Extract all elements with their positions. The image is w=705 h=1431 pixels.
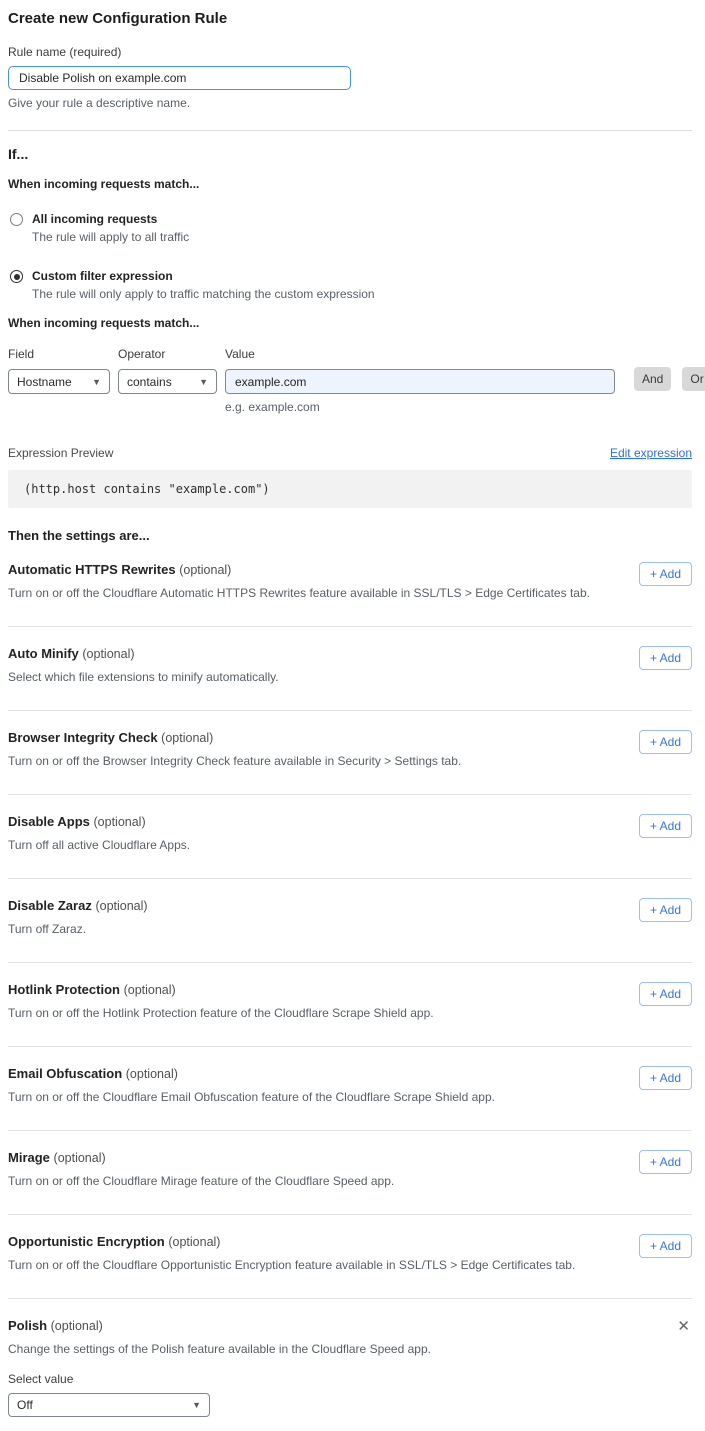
operator-select[interactable]: contains ▼ [118,369,217,394]
setting-description: Turn off Zaraz. [8,922,148,936]
setting-divider [8,878,692,879]
operator-select-value: contains [127,375,172,389]
edit-expression-link[interactable]: Edit expression [610,446,692,460]
radio-description: The rule will only apply to traffic matc… [32,287,375,301]
page-title: Create new Configuration Rule [8,10,692,27]
setting-row-automatic-https-rewrites: Automatic HTTPS Rewrites (optional) Turn… [8,562,692,600]
setting-optional: (optional) [126,1067,178,1081]
add-button[interactable]: + Add [639,982,692,1006]
setting-divider [8,1130,692,1131]
setting-divider [8,1298,692,1299]
setting-name: Mirage [8,1150,50,1165]
radio-button-icon[interactable] [10,270,23,283]
polish-value-select[interactable]: Off ▼ [8,1393,210,1417]
setting-row-email-obfuscation: Email Obfuscation (optional) Turn on or … [8,1066,692,1104]
expression-builder-row: Field Hostname ▼ Operator contains ▼ Val… [8,347,692,414]
chevron-down-icon: ▼ [192,1400,201,1410]
setting-divider [8,1214,692,1215]
expression-builder-heading: When incoming requests match... [8,316,692,330]
setting-name: Auto Minify [8,646,79,661]
add-button[interactable]: + Add [639,1150,692,1174]
rule-name-input[interactable] [8,66,351,90]
radio-custom-filter-expression[interactable]: Custom filter expression The rule will o… [8,269,692,301]
rule-name-label: Rule name (required) [8,45,692,59]
setting-row-hotlink-protection: Hotlink Protection (optional) Turn on or… [8,982,692,1020]
add-button[interactable]: + Add [639,1234,692,1258]
add-button[interactable]: + Add [639,898,692,922]
radio-label: All incoming requests [32,212,189,226]
setting-description: Turn on or off the Cloudflare Email Obfu… [8,1090,495,1104]
setting-row-polish: Polish (optional) Change the settings of… [8,1318,692,1356]
setting-row-auto-minify: Auto Minify (optional) Select which file… [8,646,692,684]
add-button[interactable]: + Add [639,1066,692,1090]
section-divider [8,130,692,131]
radio-label: Custom filter expression [32,269,375,283]
value-label: Value [225,347,615,361]
radio-all-incoming-requests[interactable]: All incoming requests The rule will appl… [8,212,692,244]
expression-preview-label: Expression Preview [8,446,113,460]
radio-description: The rule will apply to all traffic [32,230,189,244]
chevron-down-icon: ▼ [92,377,101,387]
setting-divider [8,710,692,711]
setting-optional: (optional) [95,899,147,913]
setting-description: Turn on or off the Browser Integrity Che… [8,754,461,768]
then-settings-heading: Then the settings are... [8,528,692,543]
setting-row-disable-apps: Disable Apps (optional) Turn off all act… [8,814,692,852]
or-button[interactable]: Or [682,367,705,391]
setting-description: Change the settings of the Polish featur… [8,1342,431,1356]
setting-description: Select which file extensions to minify a… [8,670,279,684]
select-value-label: Select value [8,1372,692,1386]
create-configuration-rule-page: Create new Configuration Rule Rule name … [0,0,705,1431]
setting-description: Turn on or off the Hotlink Protection fe… [8,1006,434,1020]
operator-label: Operator [118,347,217,361]
setting-row-browser-integrity-check: Browser Integrity Check (optional) Turn … [8,730,692,768]
setting-name: Disable Zaraz [8,898,92,913]
add-button[interactable]: + Add [639,814,692,838]
setting-name: Hotlink Protection [8,982,120,997]
setting-divider [8,962,692,963]
setting-optional: (optional) [54,1151,106,1165]
setting-name: Email Obfuscation [8,1066,122,1081]
radio-button-icon[interactable] [10,213,23,226]
setting-name: Automatic HTTPS Rewrites [8,562,176,577]
rule-name-help: Give your rule a descriptive name. [8,96,692,110]
setting-name: Disable Apps [8,814,90,829]
setting-optional: (optional) [179,563,231,577]
chevron-down-icon: ▼ [199,377,208,387]
setting-description: Turn off all active Cloudflare Apps. [8,838,190,852]
setting-optional: (optional) [94,815,146,829]
setting-optional: (optional) [82,647,134,661]
setting-optional: (optional) [161,731,213,745]
incoming-requests-match-label: When incoming requests match... [8,177,692,191]
setting-optional: (optional) [124,983,176,997]
setting-name: Browser Integrity Check [8,730,158,745]
setting-optional: (optional) [168,1235,220,1249]
setting-description: Turn on or off the Cloudflare Mirage fea… [8,1174,394,1188]
setting-row-mirage: Mirage (optional) Turn on or off the Clo… [8,1150,692,1188]
rule-name-group: Rule name (required) Give your rule a de… [8,45,692,110]
field-select-value: Hostname [17,375,72,389]
setting-optional: (optional) [51,1319,103,1333]
add-button[interactable]: + Add [639,730,692,754]
field-select[interactable]: Hostname ▼ [8,369,110,394]
value-input[interactable] [225,369,615,394]
setting-name: Opportunistic Encryption [8,1234,165,1249]
setting-description: Turn on or off the Cloudflare Opportunis… [8,1258,575,1272]
setting-row-disable-zaraz: Disable Zaraz (optional) Turn off Zaraz.… [8,898,692,936]
setting-row-opportunistic-encryption: Opportunistic Encryption (optional) Turn… [8,1234,692,1272]
add-button[interactable]: + Add [639,562,692,586]
setting-description: Turn on or off the Cloudflare Automatic … [8,586,590,600]
setting-divider [8,626,692,627]
setting-divider [8,794,692,795]
setting-name: Polish [8,1318,47,1333]
polish-select-value: Off [17,1398,33,1412]
close-icon[interactable]: ✕ [677,1319,690,1334]
expression-preview-code: (http.host contains "example.com") [8,470,692,508]
if-heading: If... [8,146,692,162]
value-help: e.g. example.com [225,400,615,414]
add-button[interactable]: + Add [639,646,692,670]
field-label: Field [8,347,110,361]
and-button[interactable]: And [634,367,671,391]
setting-divider [8,1046,692,1047]
